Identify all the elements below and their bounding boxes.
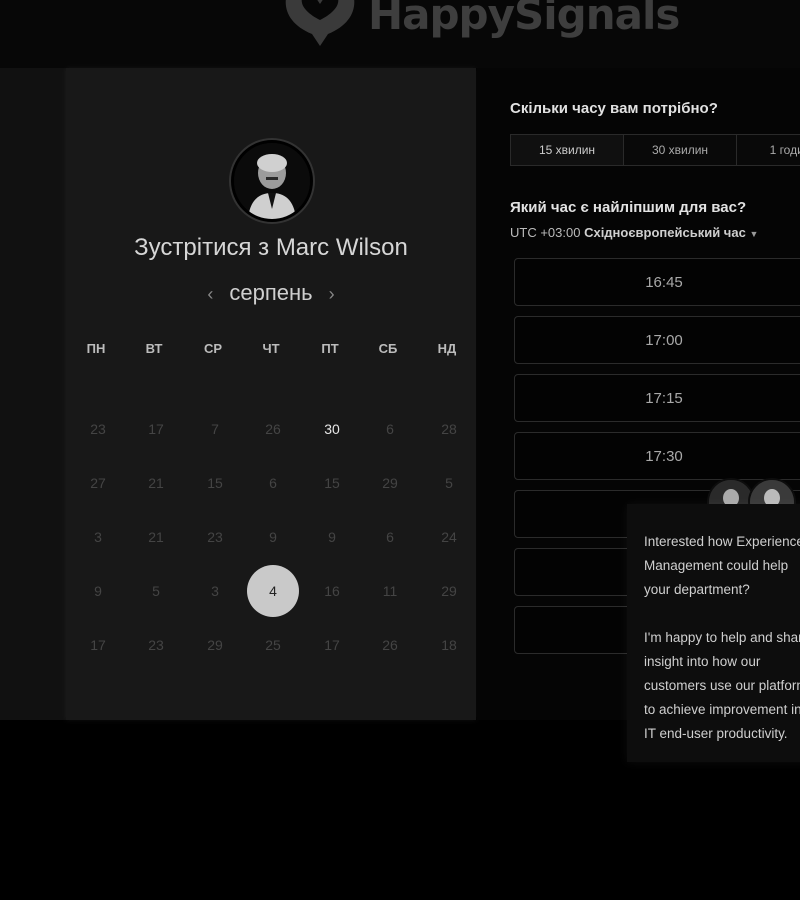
calendar-week-row: 3 21 23 9 9 6 24 bbox=[66, 496, 476, 550]
day-number: 5 bbox=[445, 475, 453, 491]
calendar-week-row: 9 5 3 4 16 11 29 bbox=[66, 550, 476, 617]
duration-selector: 15 хвилин30 хвилин1 годину bbox=[510, 134, 800, 166]
chat-popup[interactable]: Interested how Experience Management cou… bbox=[627, 504, 800, 762]
day-number: 11 bbox=[382, 583, 398, 599]
duration-option[interactable]: 1 годину bbox=[737, 135, 800, 165]
chevron-down-icon: ▼ bbox=[749, 229, 759, 239]
time-question: Який час є найліпшим для вас? bbox=[510, 199, 747, 216]
host-name: Marc Wilson bbox=[275, 234, 408, 261]
day-number: 24 bbox=[441, 529, 457, 545]
weekday-label: ПН bbox=[86, 341, 106, 356]
day-number: 16 bbox=[324, 583, 340, 599]
day-number: 21 bbox=[148, 475, 164, 491]
weekday-label: ВТ bbox=[145, 341, 163, 356]
day-number: 17 bbox=[90, 637, 106, 653]
day-number: 9 bbox=[328, 529, 336, 545]
month-navigation: ‹ серпень › bbox=[66, 280, 476, 306]
day-number: 5 bbox=[152, 583, 160, 599]
day-number: 15 bbox=[324, 475, 340, 491]
calendar-day: 29 bbox=[186, 630, 244, 684]
day-number: 26 bbox=[265, 421, 281, 437]
calendar-day: 17 bbox=[303, 630, 361, 684]
day-number: 29 bbox=[382, 475, 398, 491]
host-avatar bbox=[231, 140, 313, 222]
brand-logo[interactable]: HappySignals bbox=[282, 0, 680, 52]
day-number: 21 bbox=[148, 529, 164, 545]
weekday-label: СБ bbox=[378, 341, 398, 356]
title-prefix: Зустрітися з bbox=[134, 234, 270, 261]
calendar-day: 18 bbox=[420, 630, 478, 684]
day-number: 27 bbox=[90, 475, 106, 491]
side-gutter bbox=[0, 68, 66, 720]
day-number: 28 bbox=[441, 421, 457, 437]
day-number: 6 bbox=[386, 529, 394, 545]
day-number: 6 bbox=[386, 421, 394, 437]
weekday-label: НД bbox=[437, 341, 457, 356]
calendar-panel: Зустрітися з Marc Wilson ‹ серпень › ПН ВТ С… bbox=[66, 68, 476, 720]
day-number: 23 bbox=[207, 529, 223, 545]
timezone-selector[interactable]: UTC +03:00 Східноєвропейський час ▼ bbox=[510, 225, 758, 240]
calendar-grid: ПН ВТ СР ЧТ ПТ СБ НД 23 17 7 26 30 6 28 27 21 15 6 15 29 5 3… bbox=[66, 334, 476, 658]
next-month-button[interactable]: › bbox=[313, 284, 351, 305]
day-number: 15 bbox=[207, 475, 223, 491]
day-number: 17 bbox=[324, 637, 340, 653]
time-slot-button[interactable]: 17:15 bbox=[514, 374, 800, 422]
day-number: 17 bbox=[148, 421, 164, 437]
duration-option[interactable]: 30 хвилин bbox=[624, 135, 737, 165]
prev-month-button[interactable]: ‹ bbox=[191, 284, 229, 305]
day-number: 25 bbox=[265, 637, 281, 653]
day-number: 29 bbox=[441, 583, 457, 599]
duration-question: Скільки часу вам потрібно? bbox=[510, 100, 718, 117]
person-portrait-icon bbox=[234, 143, 310, 219]
time-slot-button[interactable]: 17:00 bbox=[514, 316, 800, 364]
chat-message-intro: Interested how Experience Management cou… bbox=[644, 534, 800, 597]
weekday-header: ПН ВТ СР ЧТ ПТ СБ НД bbox=[66, 334, 476, 388]
day-number: 18 bbox=[441, 637, 457, 653]
calendar-day: 26 bbox=[361, 630, 419, 684]
day-number: 9 bbox=[269, 529, 277, 545]
meeting-title: Зустрітися з Marc Wilson bbox=[66, 234, 476, 262]
calendar-day: 25 bbox=[244, 630, 302, 684]
day-number: 3 bbox=[94, 529, 102, 545]
day-number: 26 bbox=[382, 637, 398, 653]
heart-speech-bubble-icon bbox=[285, 0, 355, 46]
day-number: 23 bbox=[148, 637, 164, 653]
chat-message-body: I'm happy to help and share insight into… bbox=[644, 630, 800, 741]
duration-option[interactable]: 15 хвилин bbox=[511, 135, 624, 165]
day-number: 7 bbox=[211, 421, 219, 437]
calendar-week-row: 27 21 15 6 15 29 5 bbox=[66, 442, 476, 496]
day-number: 30 bbox=[324, 421, 340, 437]
header: HappySignals bbox=[0, 0, 800, 68]
time-slot-button[interactable]: 17:30 bbox=[514, 432, 800, 480]
day-number: 23 bbox=[90, 421, 106, 437]
weekday-label: ПТ bbox=[321, 341, 339, 356]
brand-name: HappySignals bbox=[368, 0, 680, 39]
calendar-week-row: 23 17 7 26 30 6 28 bbox=[66, 388, 476, 442]
timezone-name: Східноєвропейський час bbox=[584, 225, 746, 240]
month-label: серпень bbox=[229, 280, 313, 305]
time-slot-button[interactable]: 16:45 bbox=[514, 258, 800, 306]
calendar-day: 17 bbox=[69, 630, 127, 684]
day-number: 3 bbox=[211, 583, 219, 599]
weekday-label: СР bbox=[203, 341, 223, 356]
day-number: 9 bbox=[94, 583, 102, 599]
calendar-day: 23 bbox=[127, 630, 185, 684]
timezone-offset: UTC +03:00 bbox=[510, 225, 581, 240]
calendar-week-row: 17 23 29 25 17 26 18 bbox=[66, 604, 476, 658]
day-number: 29 bbox=[207, 637, 223, 653]
day-number: 6 bbox=[269, 475, 277, 491]
weekday-label: ЧТ bbox=[262, 341, 280, 356]
